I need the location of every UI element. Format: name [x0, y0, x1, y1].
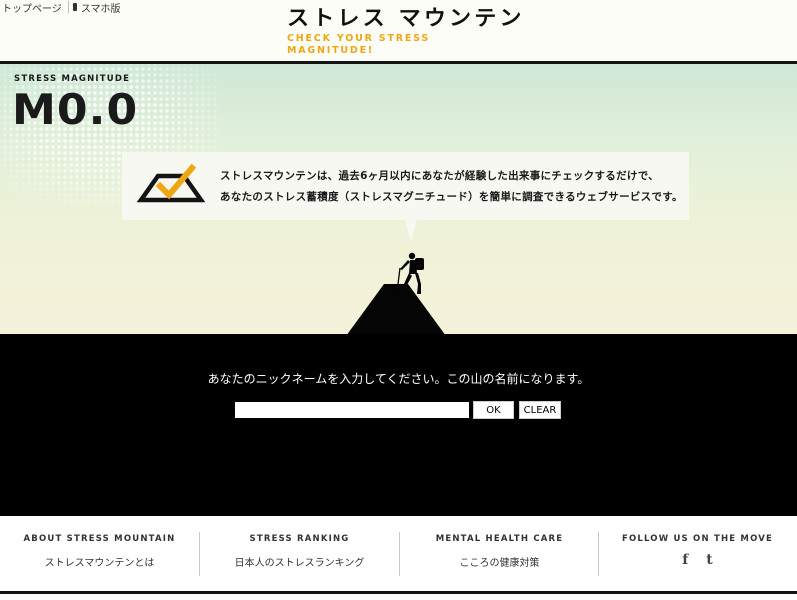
magnitude-value: M0.0	[12, 85, 139, 134]
footer-mental-title: MENTAL HEALTH CARE	[435, 534, 564, 544]
smartphone-version-link[interactable]: スマホ版	[79, 0, 127, 15]
nickname-input[interactable]	[235, 402, 469, 418]
smartphone-icon	[72, 3, 77, 11]
footer-col-mental: MENTAL HEALTH CARE こころの健康対策	[400, 516, 599, 600]
footer-about-link[interactable]: ストレスマウンテンとは	[0, 554, 199, 569]
top-links: トップページ スマホ版	[0, 0, 127, 15]
logo-title: ストレス マウンテン	[287, 6, 525, 30]
clear-button[interactable]: CLEAR	[519, 401, 561, 419]
footer-col-ranking: STRESS RANKING 日本人のストレスランキング	[200, 516, 399, 600]
footer-col-follow: FOLLOW US ON THE MOVE f t	[598, 516, 797, 600]
logo-subtitle: CHECK YOUR STRESS MAGNITUDE!	[287, 33, 430, 56]
footer-col-about: ABOUT STRESS MOUNTAIN ストレスマウンテンとは	[0, 516, 199, 600]
climber-silhouette-icon	[396, 252, 424, 294]
footer-about-title: ABOUT STRESS MOUNTAIN	[23, 534, 176, 544]
speech-bubble-tail	[405, 220, 417, 242]
mountain-check-icon	[136, 163, 206, 203]
footer-ranking-title: STRESS RANKING	[249, 534, 350, 544]
nickname-prompt: あなたのニックネームを入力してください。この山の名前になります。	[207, 372, 590, 386]
magnitude-label: STRESS MAGNITUDE	[14, 74, 131, 84]
bubble-line-1: ストレスマウンテンは、過去6ヶ月以内にあなたが経験した出来事にチェックするだけで…	[220, 170, 659, 182]
footer-nav: ABOUT STRESS MOUNTAIN ストレスマウンテンとは STRESS…	[0, 516, 797, 600]
hero: STRESS MAGNITUDE M0.0 ストレスマウンテンは、過去6ヶ月以内…	[0, 64, 797, 334]
bubble-text: ストレスマウンテンは、過去6ヶ月以内にあなたが経験した出来事にチェックするだけで…	[220, 166, 683, 208]
ok-button[interactable]: OK	[473, 401, 514, 419]
top-links-divider	[67, 1, 69, 13]
footer-ranking-link[interactable]: 日本人のストレスランキング	[200, 554, 399, 569]
facebook-icon[interactable]: f	[682, 552, 688, 568]
nickname-form: あなたのニックネームを入力してください。この山の名前になります。 OK CLEA…	[0, 334, 797, 516]
header: トップページ スマホ版 ストレス マウンテン CHECK YOUR STRESS…	[0, 0, 797, 62]
social-links: f t	[598, 552, 797, 568]
footer-mental-link[interactable]: こころの健康対策	[400, 554, 599, 569]
footer-bottom-pad	[0, 594, 797, 600]
bubble-line-2: あなたのストレス蓄積度（ストレスマグニチュード）を簡単に調査できるウェブサービス…	[220, 191, 683, 203]
footer-follow-title: FOLLOW US ON THE MOVE	[621, 534, 774, 544]
speech-bubble: ストレスマウンテンは、過去6ヶ月以内にあなたが経験した出来事にチェックするだけで…	[122, 152, 689, 220]
site-logo[interactable]: ストレス マウンテン CHECK YOUR STRESS MAGNITUDE!	[287, 4, 521, 57]
twitter-icon[interactable]: t	[706, 552, 712, 568]
top-page-link[interactable]: トップページ	[0, 0, 68, 15]
